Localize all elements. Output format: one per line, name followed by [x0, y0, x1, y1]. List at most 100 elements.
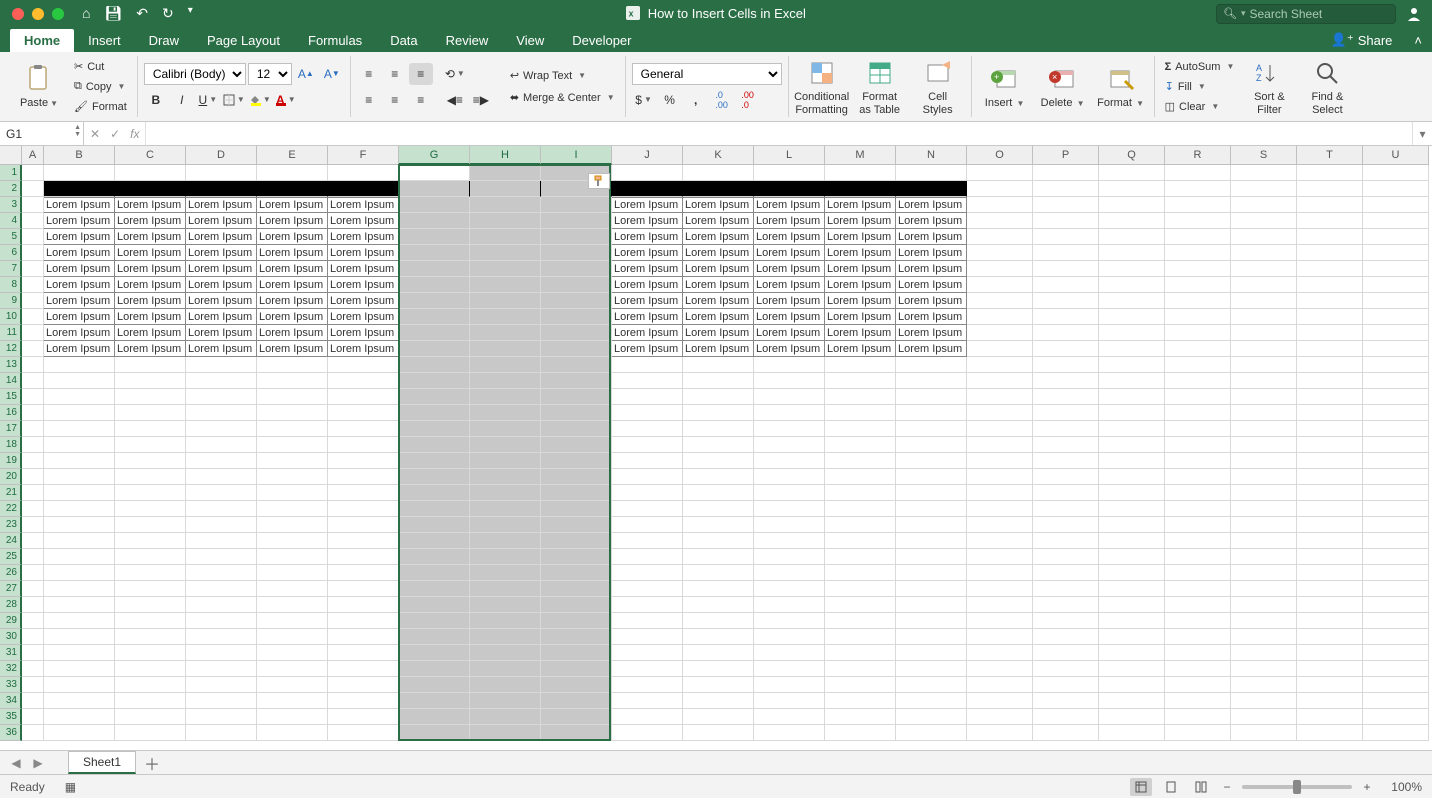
- cell-P16[interactable]: [1033, 405, 1099, 421]
- cell-K21[interactable]: [683, 485, 754, 501]
- zoom-out-button[interactable]: −: [1220, 780, 1234, 794]
- cell-C20[interactable]: [115, 469, 186, 485]
- decrease-indent-button[interactable]: ◀≡: [443, 89, 467, 111]
- cell-O2[interactable]: [967, 181, 1033, 197]
- cell-H24[interactable]: [470, 533, 541, 549]
- maximize-window-button[interactable]: [52, 8, 64, 20]
- cell-J34[interactable]: [612, 693, 683, 709]
- cell-R2[interactable]: [1165, 181, 1231, 197]
- cell-N13[interactable]: [896, 357, 967, 373]
- cell-C28[interactable]: [115, 597, 186, 613]
- cell-P25[interactable]: [1033, 549, 1099, 565]
- row-header-34[interactable]: 34: [0, 693, 22, 709]
- cell-M33[interactable]: [825, 677, 896, 693]
- cell-K13[interactable]: [683, 357, 754, 373]
- cell-P9[interactable]: [1033, 293, 1099, 309]
- cell-O34[interactable]: [967, 693, 1033, 709]
- cell-K2[interactable]: [683, 181, 754, 197]
- row-header-6[interactable]: 6: [0, 245, 22, 261]
- cell-S16[interactable]: [1231, 405, 1297, 421]
- cell-Q19[interactable]: [1099, 453, 1165, 469]
- cell-T16[interactable]: [1297, 405, 1363, 421]
- cell-D2[interactable]: [186, 181, 257, 197]
- cell-C16[interactable]: [115, 405, 186, 421]
- cell-K23[interactable]: [683, 517, 754, 533]
- cell-E19[interactable]: [257, 453, 328, 469]
- cell-R15[interactable]: [1165, 389, 1231, 405]
- cell-P14[interactable]: [1033, 373, 1099, 389]
- cell-T36[interactable]: [1297, 725, 1363, 741]
- cell-S20[interactable]: [1231, 469, 1297, 485]
- cell-U12[interactable]: [1363, 341, 1429, 357]
- cell-N34[interactable]: [896, 693, 967, 709]
- cell-L20[interactable]: [754, 469, 825, 485]
- cell-S21[interactable]: [1231, 485, 1297, 501]
- cell-C35[interactable]: [115, 709, 186, 725]
- cell-L18[interactable]: [754, 437, 825, 453]
- cell-F16[interactable]: [328, 405, 399, 421]
- cell-A32[interactable]: [22, 661, 44, 677]
- cell-L33[interactable]: [754, 677, 825, 693]
- cell-N29[interactable]: [896, 613, 967, 629]
- cell-U4[interactable]: [1363, 213, 1429, 229]
- cell-S1[interactable]: [1231, 165, 1297, 181]
- align-bottom-button[interactable]: ≡: [409, 63, 433, 85]
- cell-U27[interactable]: [1363, 581, 1429, 597]
- cell-O23[interactable]: [967, 517, 1033, 533]
- cell-G34[interactable]: [399, 693, 470, 709]
- cell-I24[interactable]: [541, 533, 612, 549]
- cell-T18[interactable]: [1297, 437, 1363, 453]
- cell-O15[interactable]: [967, 389, 1033, 405]
- sort-filter-button[interactable]: AZ Sort & Filter: [1242, 56, 1296, 118]
- cell-P3[interactable]: [1033, 197, 1099, 213]
- cell-G26[interactable]: [399, 565, 470, 581]
- cell-S8[interactable]: [1231, 277, 1297, 293]
- cell-T5[interactable]: [1297, 229, 1363, 245]
- cell-G12[interactable]: [399, 341, 470, 357]
- cell-A8[interactable]: [22, 277, 44, 293]
- cell-T13[interactable]: [1297, 357, 1363, 373]
- row-header-10[interactable]: 10: [0, 309, 22, 325]
- cell-J24[interactable]: [612, 533, 683, 549]
- find-select-button[interactable]: Find & Select: [1300, 56, 1354, 118]
- cell-A28[interactable]: [22, 597, 44, 613]
- insert-cells-button[interactable]: + Insert ▼: [978, 56, 1032, 118]
- cell-P21[interactable]: [1033, 485, 1099, 501]
- cell-K32[interactable]: [683, 661, 754, 677]
- cell-G33[interactable]: [399, 677, 470, 693]
- cell-I18[interactable]: [541, 437, 612, 453]
- cell-K3[interactable]: Lorem Ipsum: [683, 197, 754, 213]
- cell-L14[interactable]: [754, 373, 825, 389]
- cell-U17[interactable]: [1363, 421, 1429, 437]
- row-header-1[interactable]: 1: [0, 165, 22, 181]
- cell-B18[interactable]: [44, 437, 115, 453]
- cell-N2[interactable]: [896, 181, 967, 197]
- cell-G6[interactable]: [399, 245, 470, 261]
- cell-A17[interactable]: [22, 421, 44, 437]
- cell-Q18[interactable]: [1099, 437, 1165, 453]
- cell-Q2[interactable]: [1099, 181, 1165, 197]
- cell-F32[interactable]: [328, 661, 399, 677]
- grid[interactable]: Lorem IpsumLorem IpsumLorem IpsumLorem I…: [22, 165, 1429, 741]
- cell-P24[interactable]: [1033, 533, 1099, 549]
- cell-L23[interactable]: [754, 517, 825, 533]
- cell-L3[interactable]: Lorem Ipsum: [754, 197, 825, 213]
- cell-E20[interactable]: [257, 469, 328, 485]
- cell-I27[interactable]: [541, 581, 612, 597]
- currency-button[interactable]: $▼: [632, 89, 656, 111]
- decrease-font-button[interactable]: A▼: [320, 63, 344, 85]
- row-header-24[interactable]: 24: [0, 533, 22, 549]
- cell-N7[interactable]: Lorem Ipsum: [896, 261, 967, 277]
- cell-M22[interactable]: [825, 501, 896, 517]
- cell-Q3[interactable]: [1099, 197, 1165, 213]
- row-header-30[interactable]: 30: [0, 629, 22, 645]
- cell-Q15[interactable]: [1099, 389, 1165, 405]
- cell-E15[interactable]: [257, 389, 328, 405]
- cell-U2[interactable]: [1363, 181, 1429, 197]
- cell-O8[interactable]: [967, 277, 1033, 293]
- cell-J29[interactable]: [612, 613, 683, 629]
- cell-C5[interactable]: Lorem Ipsum: [115, 229, 186, 245]
- tab-view[interactable]: View: [502, 29, 558, 52]
- cell-O28[interactable]: [967, 597, 1033, 613]
- cell-H9[interactable]: [470, 293, 541, 309]
